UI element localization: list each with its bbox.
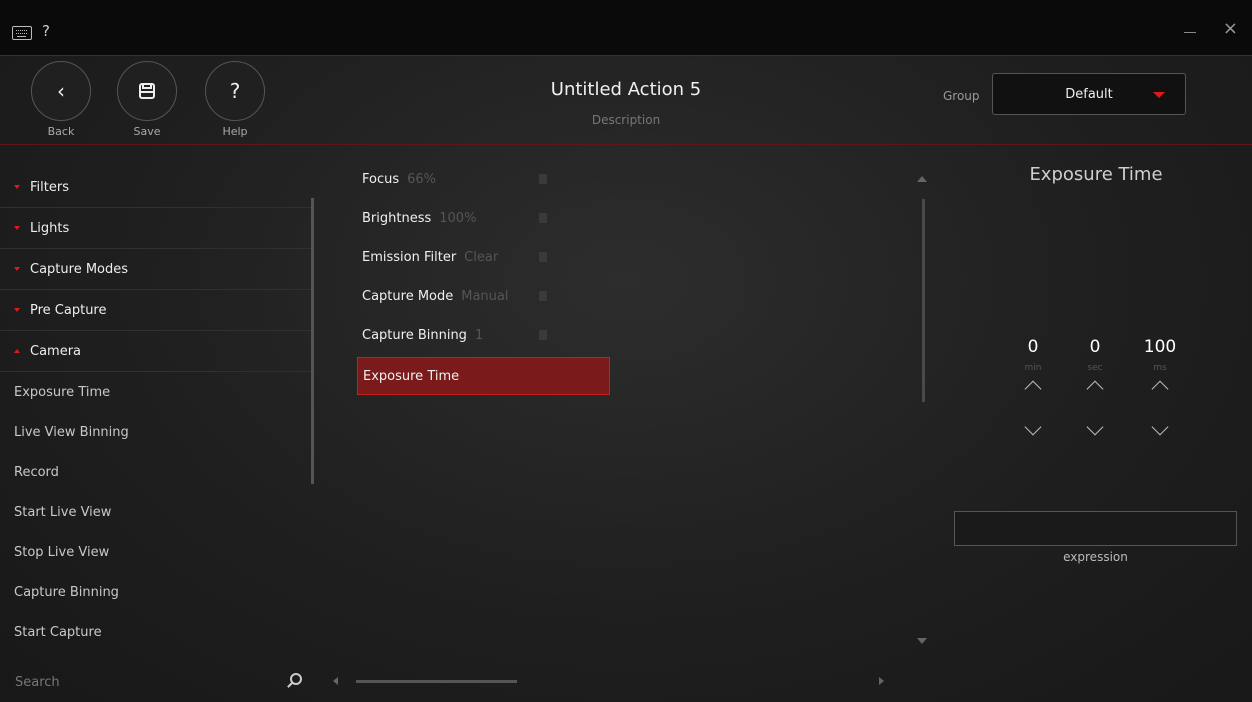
sidebar-item-start-live-view[interactable]: Start Live View [0, 492, 315, 532]
sidebar: Filters Lights Capture Modes Pre Capture… [0, 167, 315, 652]
caret-down-icon [14, 267, 20, 271]
trash-icon[interactable] [539, 174, 547, 184]
panel-title: Exposure Time [1029, 164, 1163, 185]
group-label: Group [943, 89, 980, 103]
scroll-right-arrow[interactable] [879, 677, 884, 685]
help-icon[interactable]: ? [42, 22, 50, 40]
step-emission-filter[interactable]: Emission Filter Clear [357, 238, 657, 277]
sidebar-item-live-view-binning[interactable]: Live View Binning [0, 412, 315, 452]
caret-down-icon [14, 308, 20, 312]
scroll-down-arrow[interactable] [917, 638, 927, 644]
step-focus[interactable]: Focus 66% [357, 160, 657, 199]
step-capture-binning[interactable]: Capture Binning 1 [357, 316, 657, 355]
chevron-down-icon[interactable] [1024, 418, 1042, 436]
sidebar-item-exposure-time[interactable]: Exposure Time [0, 372, 315, 412]
category-camera[interactable]: Camera [0, 331, 315, 372]
minutes-unit: min [1024, 363, 1042, 373]
keyboard-icon[interactable] [12, 26, 32, 40]
chevron-up-icon[interactable] [1086, 380, 1104, 398]
minimize-button[interactable] [1184, 32, 1196, 33]
description-field[interactable]: Description [0, 113, 1252, 127]
trash-icon[interactable] [539, 213, 547, 223]
category-lights[interactable]: Lights [0, 208, 315, 249]
action-header: ‹ Back Save ? Help Untitled Action 5 Des… [0, 57, 1252, 145]
caret-down-icon [14, 226, 20, 230]
expression-label: expression [1063, 550, 1128, 564]
chevron-up-icon[interactable] [1151, 380, 1169, 398]
caret-up-icon [14, 349, 20, 353]
minutes-spinner: 0 min [1003, 337, 1063, 436]
milliseconds-unit: ms [1153, 363, 1167, 373]
sidebar-item-capture-binning[interactable]: Capture Binning [0, 572, 315, 612]
group-value: Default [1065, 86, 1113, 102]
sidebar-item-record[interactable]: Record [0, 452, 315, 492]
milliseconds-spinner: 100 ms [1130, 337, 1190, 436]
chevron-up-icon[interactable] [1024, 380, 1042, 398]
chevron-down-icon[interactable] [1086, 418, 1104, 436]
minutes-value[interactable]: 0 [1003, 337, 1063, 357]
category-filters[interactable]: Filters [0, 167, 315, 208]
sidebar-item-stop-live-view[interactable]: Stop Live View [0, 532, 315, 572]
search-input[interactable]: Search [0, 662, 315, 702]
step-brightness[interactable]: Brightness 100% [357, 199, 657, 238]
step-list: Focus 66% Brightness 100% Emission Filter C… [357, 160, 657, 395]
scroll-left-arrow[interactable] [333, 677, 338, 685]
trash-icon[interactable] [539, 291, 547, 301]
chevron-down-icon[interactable] [1151, 418, 1169, 436]
seconds-value[interactable]: 0 [1065, 337, 1125, 357]
step-list-scrollbar[interactable] [922, 199, 925, 402]
sidebar-scrollbar[interactable] [311, 198, 314, 484]
title-bar: ? × [0, 0, 1252, 56]
caret-down-icon [1153, 92, 1165, 98]
step-exposure-time[interactable]: Exposure Time [357, 357, 610, 395]
category-capture-modes[interactable]: Capture Modes [0, 249, 315, 290]
caret-down-icon [14, 185, 20, 189]
seconds-spinner: 0 sec [1065, 337, 1125, 436]
trash-icon[interactable] [539, 330, 547, 340]
milliseconds-value[interactable]: 100 [1130, 337, 1190, 357]
horizontal-scrollbar[interactable] [356, 680, 517, 683]
category-pre-capture[interactable]: Pre Capture [0, 290, 315, 331]
trash-icon[interactable] [539, 252, 547, 262]
close-button[interactable]: × [1223, 20, 1238, 38]
sidebar-item-start-capture[interactable]: Start Capture [0, 612, 315, 652]
expression-input[interactable] [954, 511, 1237, 546]
group-dropdown[interactable]: Default [992, 73, 1186, 115]
step-capture-mode[interactable]: Capture Mode Manual [357, 277, 657, 316]
seconds-unit: sec [1087, 363, 1103, 373]
search-icon[interactable] [290, 673, 302, 685]
scroll-up-arrow[interactable] [917, 176, 927, 182]
